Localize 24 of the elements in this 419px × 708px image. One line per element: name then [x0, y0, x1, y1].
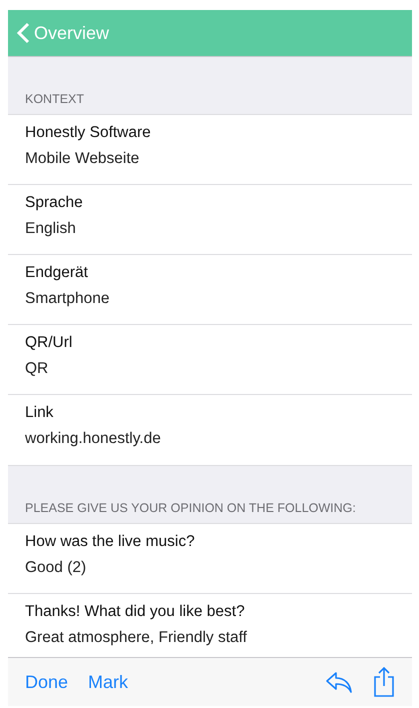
field-label: Endgerät	[25, 264, 89, 282]
field-value: Great atmosphere, Friendly staff	[25, 629, 248, 647]
reply-icon	[325, 670, 353, 694]
field-value: QR	[25, 360, 50, 378]
field-value: English	[25, 220, 77, 238]
field-label: Honestly Software	[25, 124, 152, 142]
field-value: Mobile Webseite	[25, 150, 140, 168]
back-button[interactable]: Overview	[16, 22, 110, 44]
field-label: How was the live music?	[25, 533, 196, 551]
field-value: working.honestly.de	[25, 430, 162, 448]
field-label: Thanks! What did you like best?	[25, 603, 246, 621]
section-header: KONTEXT	[25, 92, 84, 106]
share-icon	[373, 667, 395, 697]
toolbar-button[interactable]: Mark	[88, 672, 128, 692]
field-label: Sprache	[25, 194, 84, 212]
chevron-left-icon	[16, 22, 30, 44]
toolbar-button[interactable]: Done	[25, 672, 68, 692]
field-label: QR/Url	[25, 334, 74, 352]
field-label: Link	[25, 404, 54, 422]
reply-button[interactable]	[325, 670, 353, 694]
section-header: PLEASE GIVE US YOUR OPINION ON THE FOLLOWING:	[25, 501, 356, 515]
field-value: Smartphone	[25, 290, 110, 308]
share-button[interactable]	[373, 667, 395, 697]
field-value: Good (2)	[25, 559, 88, 577]
